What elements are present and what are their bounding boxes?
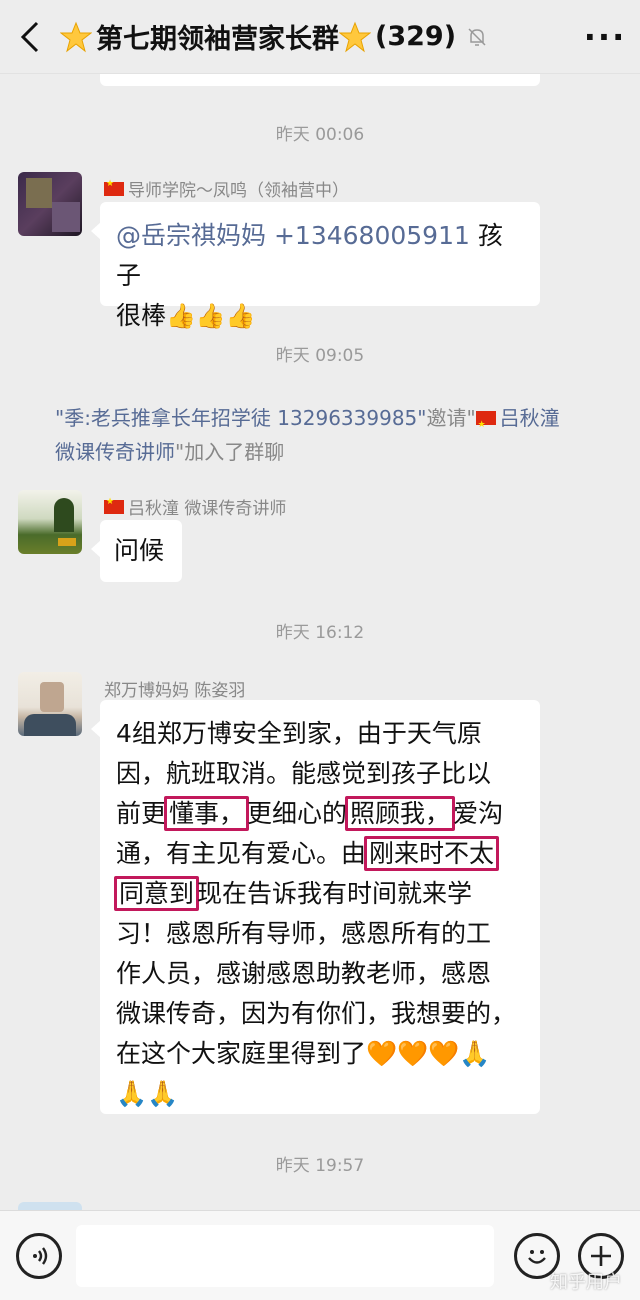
message-text: 前更 [116, 799, 167, 828]
message-text: 通，有主见有爱心。由 [116, 839, 367, 868]
star-icon [339, 21, 371, 52]
timestamp: 昨天 09:05 [275, 346, 365, 366]
voice-button[interactable] [16, 1232, 62, 1279]
message-text: 现在告诉我有时间就来学 [197, 879, 473, 908]
phone-link[interactable]: +13468005911 [274, 221, 470, 250]
smile-icon [528, 1249, 546, 1264]
highlight-box: 同意到 [114, 876, 200, 911]
system-link[interactable]: "季:老兵推拿长年招学徒 13296339985" [55, 406, 426, 430]
system-link[interactable]: 微课传奇讲师 [55, 440, 175, 464]
system-message: "季:老兵推拿长年招学徒 13296339985"邀请" 吕秋潼 微课传奇讲师"加… [55, 401, 595, 469]
message-text: 很棒 [116, 301, 167, 330]
message-text: 更细心的 [247, 799, 348, 828]
timestamp: 昨天 19:57 [275, 1156, 365, 1176]
timestamp: 昨天 16:12 [275, 623, 365, 643]
system-text: 邀请" [426, 406, 476, 430]
message-text: 4组郑万博安全到家，由于天气原 [116, 719, 482, 748]
sender-name-text: 吕秋潼 微课传奇讲师 [128, 499, 287, 519]
china-flag-icon [104, 179, 124, 196]
message-text: 在这个大家庭里得到了 [116, 1039, 367, 1068]
message-text: 爱沟 [453, 799, 504, 828]
pray-icon: 🙏 [459, 1039, 491, 1068]
message-bubble[interactable]: @岳宗祺妈妈 +13468005911 孩子 很棒👍👍👍 [91, 202, 540, 330]
timestamp: 昨天 00:06 [275, 125, 365, 145]
message-list[interactable]: 昨天 00:06 导师学院～凤鸣（领袖营中） @岳宗祺妈妈 +134680059… [0, 74, 640, 1210]
message-text: 作人员，感谢感恩助教老师，感恩 [116, 959, 492, 988]
message-bubble[interactable]: 问候 [91, 520, 182, 582]
system-text: "加入了群聊 [175, 440, 285, 464]
chat-header: 第七期领袖营家长群 (329) ··· [0, 0, 640, 74]
back-button[interactable] [0, 0, 60, 74]
pray-icon: 🙏🙏 [116, 1079, 179, 1108]
highlight-box: 刚来时不太 [364, 836, 500, 871]
china-flag-icon [104, 497, 124, 514]
system-link[interactable]: 吕秋潼 [500, 406, 560, 430]
chat-title[interactable]: 第七期领袖营家长群 (329) [60, 17, 570, 56]
sender-name: 郑万博妈妈 陈姿羽 [104, 681, 246, 701]
input-bar [0, 1210, 640, 1300]
member-count: (329) [375, 21, 457, 52]
watermark: 知乎用户 [550, 1272, 622, 1293]
previous-message-bubble [100, 74, 540, 86]
sender-name-text: 导师学院～凤鸣（领袖营中） [128, 181, 349, 201]
china-flag-icon [475, 408, 496, 442]
avatar[interactable] [18, 172, 82, 236]
message-text: 问候 [114, 536, 165, 565]
highlight-box: 照顾我， [345, 796, 456, 831]
mention[interactable]: @岳宗祺妈妈 [116, 221, 266, 250]
message-bubble[interactable]: 4组郑万博安全到家，由于天气原 因，航班取消。能感觉到孩子比以 前更 懂事， 更细心… [91, 700, 540, 1114]
message-text: 微课传奇，因为有你们，我想要的， [116, 999, 517, 1028]
sender-name: 导师学院～凤鸣（领袖营中） [104, 176, 349, 201]
heart-icon: 🧡🧡🧡 [366, 1039, 460, 1068]
plus-icon [591, 1245, 611, 1266]
message-input[interactable] [76, 1224, 494, 1287]
avatar[interactable] [18, 490, 82, 554]
voice-icon [33, 1246, 48, 1265]
highlight-box: 懂事， [164, 796, 250, 831]
sender-name: 吕秋潼 微课传奇讲师 [104, 494, 286, 519]
star-icon [60, 21, 92, 52]
thumbs-up-icon: 👍👍👍 [166, 302, 256, 330]
avatar[interactable] [18, 672, 82, 736]
avatar[interactable] [18, 1202, 82, 1210]
mute-bell-icon [468, 27, 486, 46]
group-name: 第七期领袖营家长群 [96, 24, 339, 55]
chevron-left-icon [20, 21, 39, 52]
message-text: 因，航班取消。能感觉到孩子比以 [116, 759, 492, 788]
more-options-button[interactable]: ··· [570, 0, 640, 74]
message-text: 习！感恩所有导师，感恩所有的工 [116, 919, 492, 948]
